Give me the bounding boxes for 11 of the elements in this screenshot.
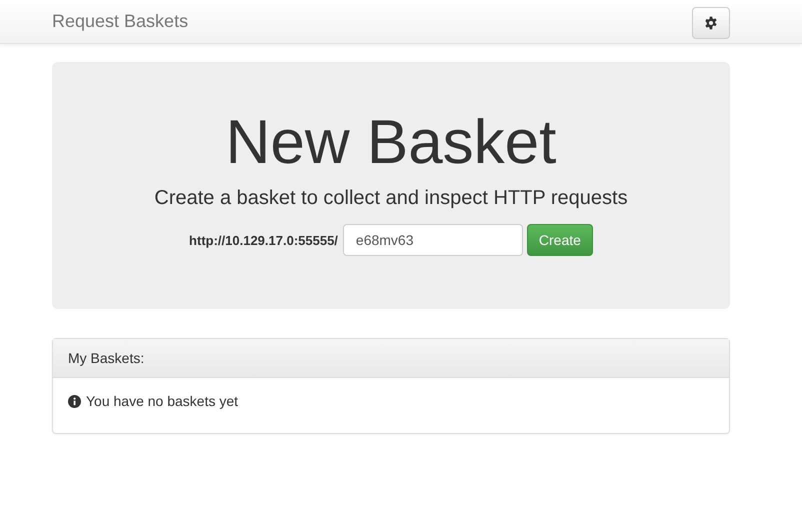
url-prefix: http://10.129.17.0:55555/	[189, 232, 338, 248]
hero-title: New Basket	[226, 107, 556, 179]
hero-subtitle: Create a basket to collect and inspect HTTP requests	[154, 187, 628, 210]
brand-link[interactable]: Request Baskets	[52, 11, 188, 32]
info-icon	[68, 394, 81, 408]
settings-button[interactable]	[692, 6, 730, 38]
basket-name-field[interactable]: e68mv63	[342, 224, 523, 256]
create-button[interactable]: Create	[526, 224, 593, 256]
empty-message: You have no baskets yet	[86, 393, 238, 409]
panel-heading: My Baskets:	[53, 339, 729, 378]
settings-icon	[704, 16, 718, 30]
